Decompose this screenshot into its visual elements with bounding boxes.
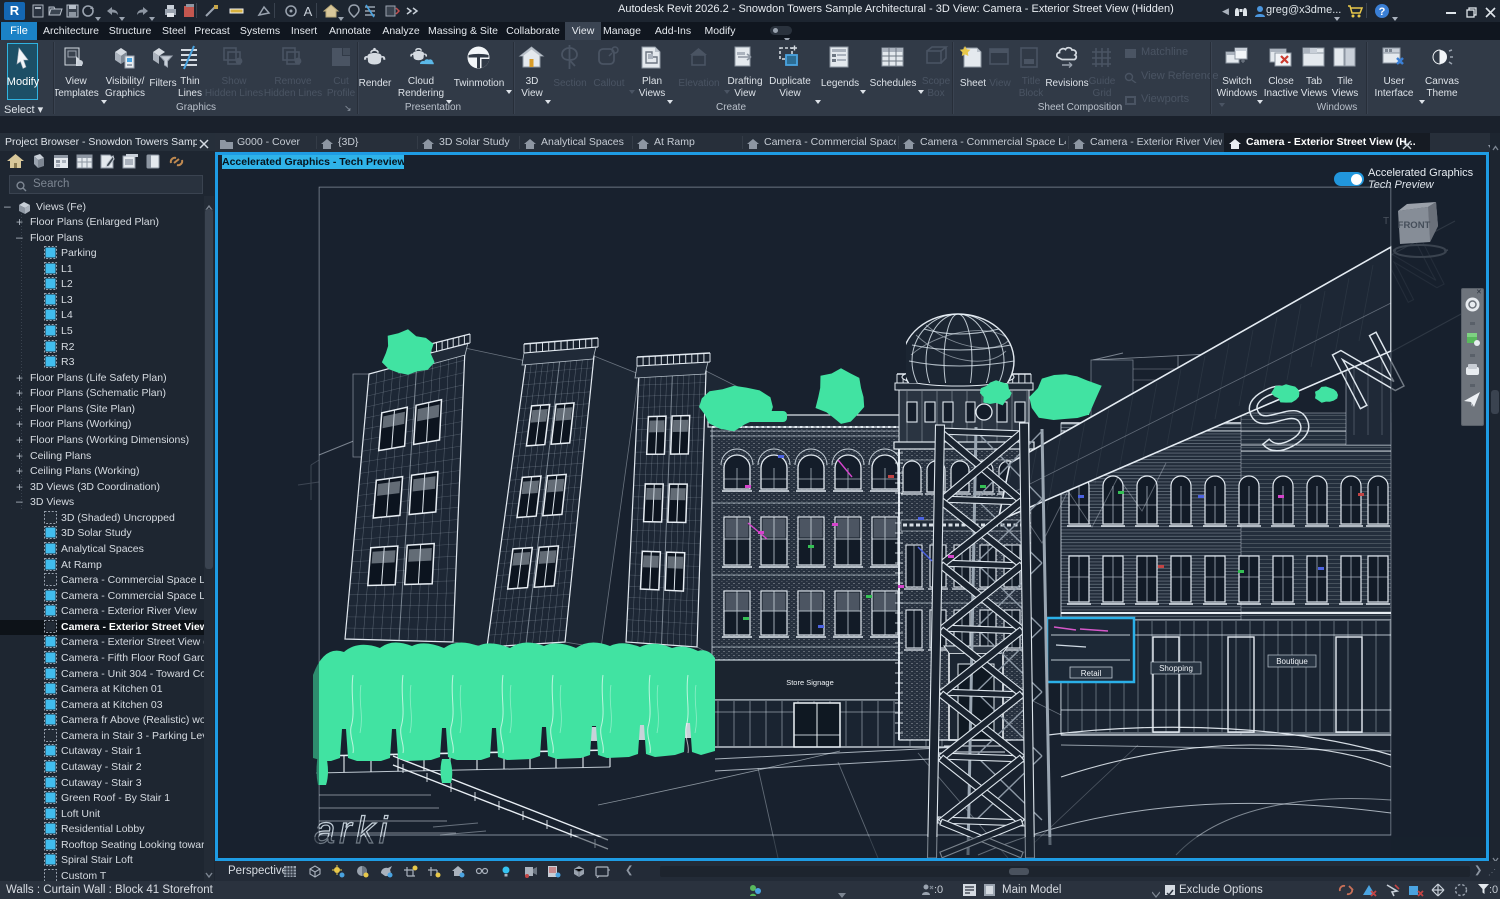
svg-text:Store Signage: Store Signage [786,678,834,687]
svg-text:Retail: Retail [1081,669,1102,678]
svg-text:A: A [304,4,313,19]
svg-text:FRONT: FRONT [1398,220,1431,231]
svg-text:Boutique: Boutique [1276,657,1308,666]
svg-text:Shopping: Shopping [1159,664,1193,673]
svg-text:?: ? [1379,6,1386,18]
